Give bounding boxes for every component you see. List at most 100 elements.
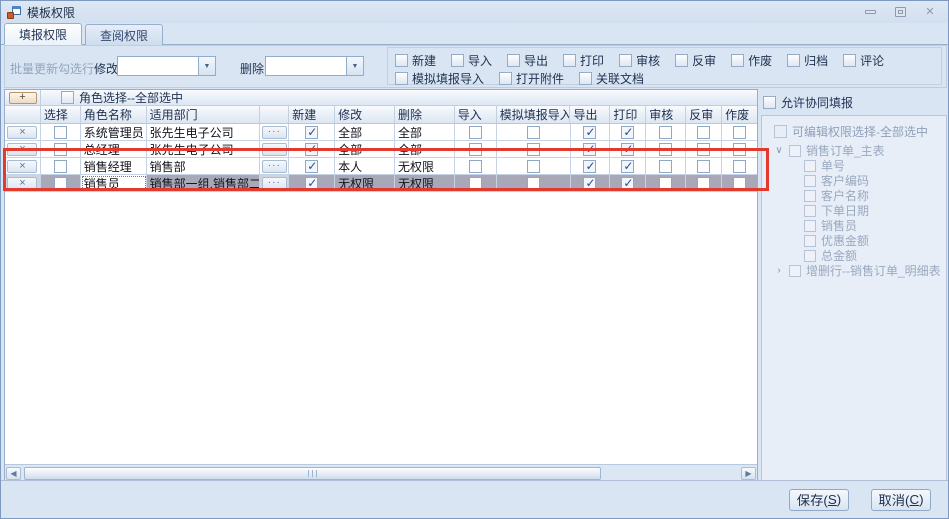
scroll-right-icon[interactable]: ▶ xyxy=(741,467,756,480)
tree-item-checkbox[interactable] xyxy=(804,160,816,172)
tree-item-checkbox[interactable] xyxy=(804,235,816,247)
cell-reverse-checkbox[interactable] xyxy=(697,143,710,156)
checkbox-export[interactable]: 导出 xyxy=(507,52,548,69)
cancel-button[interactable]: 取消(C) xyxy=(871,489,931,511)
tree-node-detail-table[interactable]: › 增删行--销售订单_明细表 xyxy=(774,263,946,278)
table-row-selected[interactable]: × 销售员 销售部一组,销售部二组 ··· 无权限 无权限 xyxy=(5,175,757,192)
checkbox-reverse-audit[interactable]: 反审 xyxy=(675,52,716,69)
checkbox-void[interactable]: 作废 xyxy=(731,52,772,69)
cell-sim-import-checkbox[interactable] xyxy=(527,177,540,190)
maximize-button[interactable] xyxy=(892,6,908,18)
cell-audit-checkbox[interactable] xyxy=(659,143,672,156)
cell-void-checkbox[interactable] xyxy=(733,143,746,156)
cell-create-checkbox[interactable] xyxy=(305,160,318,173)
table-row[interactable]: × 销售经理 销售部 ··· 本人 无权限 xyxy=(5,158,757,175)
row-select-checkbox[interactable] xyxy=(54,177,67,190)
tree-node-main-table[interactable]: ∨ 销售订单_主表 xyxy=(774,143,946,158)
horizontal-scrollbar[interactable]: ◀ ▶ xyxy=(5,464,757,481)
tree-item-checkbox[interactable] xyxy=(804,250,816,262)
cell-void-checkbox[interactable] xyxy=(733,160,746,173)
checkbox-open-attachment[interactable]: 打开附件 xyxy=(499,70,564,87)
cell-print-checkbox[interactable] xyxy=(621,177,634,190)
cell-sim-import-checkbox[interactable] xyxy=(527,160,540,173)
cell-import-checkbox[interactable] xyxy=(469,177,482,190)
editable-select-all-checkbox[interactable] xyxy=(774,125,787,138)
cell-audit-checkbox[interactable] xyxy=(659,160,672,173)
scrollbar-thumb[interactable] xyxy=(24,467,601,480)
tree-node-checkbox[interactable] xyxy=(789,145,801,157)
cell-import-checkbox[interactable] xyxy=(469,126,482,139)
department-picker-button[interactable]: ··· xyxy=(262,177,287,190)
cell-sim-import-checkbox[interactable] xyxy=(527,143,540,156)
checkbox-create[interactable]: 新建 xyxy=(395,52,436,69)
cell-import-checkbox[interactable] xyxy=(469,160,482,173)
cell-create-checkbox[interactable] xyxy=(305,126,318,139)
scrollbar-track[interactable] xyxy=(23,467,739,480)
checkbox-audit[interactable]: 审核 xyxy=(619,52,660,69)
cell-export-checkbox[interactable] xyxy=(583,126,596,139)
row-delete-button[interactable]: × xyxy=(7,143,37,156)
cell-reverse-checkbox[interactable] xyxy=(697,160,710,173)
cell-print-checkbox[interactable] xyxy=(621,143,634,156)
checkbox-comment[interactable]: 评论 xyxy=(843,52,884,69)
cell-reverse-checkbox[interactable] xyxy=(697,126,710,139)
tree-item-field[interactable]: 总金额 xyxy=(774,248,946,263)
row-select-checkbox[interactable] xyxy=(54,160,67,173)
row-select-checkbox[interactable] xyxy=(54,126,67,139)
cell-void-checkbox[interactable] xyxy=(733,177,746,190)
tree-item-field[interactable]: 优惠金额 xyxy=(774,233,946,248)
cell-print-checkbox[interactable] xyxy=(621,160,634,173)
tree-collapsed-icon[interactable]: › xyxy=(774,265,784,276)
row-delete-button[interactable]: × xyxy=(7,126,37,139)
tree-expanded-icon[interactable]: ∨ xyxy=(774,145,784,156)
row-delete-button[interactable]: × xyxy=(7,177,37,190)
checkbox-import[interactable]: 导入 xyxy=(451,52,492,69)
row-delete-button[interactable]: × xyxy=(7,160,37,173)
department-picker-button[interactable]: ··· xyxy=(262,126,287,139)
save-button[interactable]: 保存(S) xyxy=(789,489,849,511)
checkbox-archive[interactable]: 归档 xyxy=(787,52,828,69)
cell-void-checkbox[interactable] xyxy=(733,126,746,139)
tree-item-checkbox[interactable] xyxy=(804,175,816,187)
tab-fill-permission[interactable]: 填报权限 xyxy=(4,23,82,45)
modify-combobox[interactable]: ▼ xyxy=(117,56,216,76)
tree-item-checkbox[interactable] xyxy=(804,205,816,217)
tree-node-checkbox[interactable] xyxy=(789,265,801,277)
department-picker-button[interactable]: ··· xyxy=(262,160,287,173)
tree-item-field[interactable]: 下单日期 xyxy=(774,203,946,218)
delete-combobox[interactable]: ▼ xyxy=(265,56,364,76)
minimize-button[interactable] xyxy=(862,6,878,18)
allow-collab-checkbox[interactable] xyxy=(763,96,776,109)
cell-audit-checkbox[interactable] xyxy=(659,126,672,139)
tree-item-field[interactable]: 销售员 xyxy=(774,218,946,233)
cell-export-checkbox[interactable] xyxy=(583,160,596,173)
tree-item-checkbox[interactable] xyxy=(804,220,816,232)
table-row[interactable]: × 总经理 张先生电子公司 ··· 全部 全部 xyxy=(5,141,757,158)
cell-role-name-editing[interactable]: 销售员 xyxy=(81,175,147,191)
cell-export-checkbox[interactable] xyxy=(583,177,596,190)
dropdown-arrow-icon[interactable]: ▼ xyxy=(346,57,363,75)
select-all-roles-checkbox[interactable] xyxy=(61,91,74,104)
cell-create-checkbox[interactable] xyxy=(305,177,318,190)
row-select-checkbox[interactable] xyxy=(54,143,67,156)
close-button[interactable]: ✕ xyxy=(922,6,938,18)
tree-item-field[interactable]: 单号 xyxy=(774,158,946,173)
scroll-left-icon[interactable]: ◀ xyxy=(6,467,21,480)
cell-reverse-checkbox[interactable] xyxy=(697,177,710,190)
tab-query-permission[interactable]: 查阅权限 xyxy=(85,24,163,45)
table-row[interactable]: × 系统管理员 张先生电子公司 ··· 全部 全部 xyxy=(5,124,757,141)
department-picker-button[interactable]: ··· xyxy=(262,143,287,156)
cell-export-checkbox[interactable] xyxy=(583,143,596,156)
checkbox-print[interactable]: 打印 xyxy=(563,52,604,69)
checkbox-sim-fill-import[interactable]: 模拟填报导入 xyxy=(395,70,484,87)
cell-audit-checkbox[interactable] xyxy=(659,177,672,190)
checkbox-linked-document[interactable]: 关联文档 xyxy=(579,70,644,87)
cell-import-checkbox[interactable] xyxy=(469,143,482,156)
dropdown-arrow-icon[interactable]: ▼ xyxy=(198,57,215,75)
cell-print-checkbox[interactable] xyxy=(621,126,634,139)
tree-item-checkbox[interactable] xyxy=(804,190,816,202)
tree-item-field[interactable]: 客户名称 xyxy=(774,188,946,203)
cell-sim-import-checkbox[interactable] xyxy=(527,126,540,139)
cell-create-checkbox[interactable] xyxy=(305,143,318,156)
add-row-button[interactable]: + xyxy=(9,92,37,104)
